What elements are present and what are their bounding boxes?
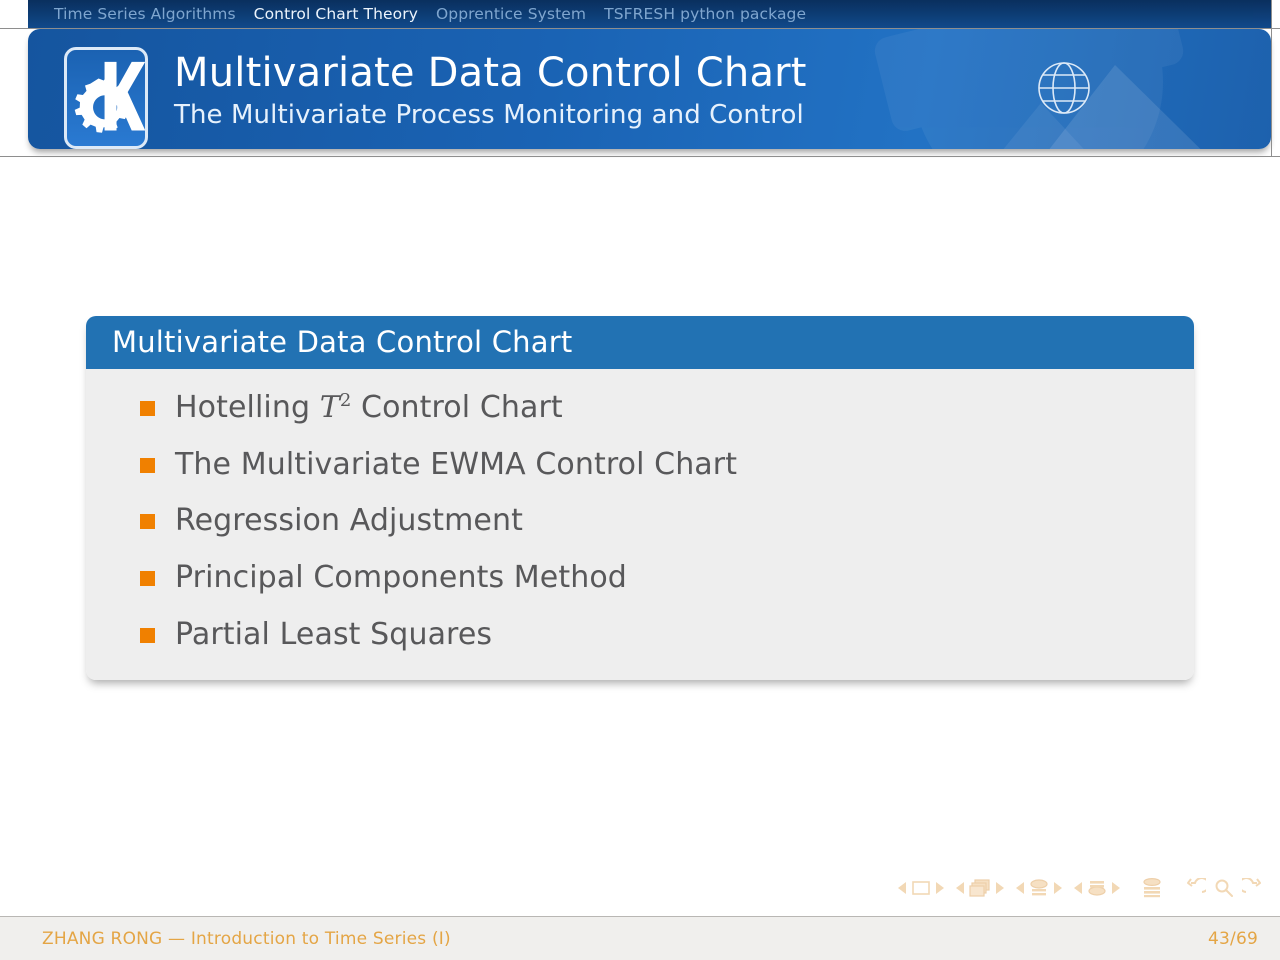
- kde-gear-k-logo-icon: [64, 47, 148, 149]
- slide-icon[interactable]: [911, 880, 931, 896]
- banner-text-group: Multivariate Data Control Chart The Mult…: [174, 51, 807, 131]
- bullet-square-icon: [140, 571, 155, 587]
- prev-slide-arrow[interactable]: [898, 882, 906, 894]
- header-top-rule: [0, 28, 1280, 29]
- next-section-arrow[interactable]: [1112, 882, 1120, 894]
- section-navigation-bar: Time Series Algorithms Control Chart The…: [28, 0, 1271, 28]
- nav-item-opprentice-system[interactable]: Opprentice System: [436, 5, 586, 23]
- subsection-navigation-group: [1016, 879, 1062, 897]
- list-item-label: The Multivariate EWMA Control Chart: [175, 446, 738, 482]
- next-subsection-arrow[interactable]: [1054, 882, 1062, 894]
- footer-author-title: ZHANG RONG — Introduction to Time Series…: [42, 928, 451, 949]
- list-item-prefix: Hotelling: [175, 390, 320, 426]
- page-subtitle: The Multivariate Process Monitoring and …: [174, 99, 804, 130]
- list-item[interactable]: Hotelling T2 Control Chart: [86, 388, 1194, 428]
- bullet-square-icon: [140, 457, 155, 473]
- subsection-icon[interactable]: [1029, 879, 1049, 897]
- forward-icon[interactable]: [1242, 878, 1262, 898]
- title-banner: Multivariate Data Control Chart The Mult…: [28, 29, 1271, 149]
- page-title: Multivariate Data Control Chart: [174, 50, 807, 96]
- list-item-label: Partial Least Squares: [175, 616, 493, 652]
- list-item-superscript: 2: [339, 390, 352, 412]
- search-icon[interactable]: [1214, 878, 1234, 898]
- list-item-label: Principal Components Method: [175, 560, 627, 596]
- back-icon[interactable]: [1186, 878, 1206, 898]
- next-slide-arrow[interactable]: [936, 882, 944, 894]
- list-item[interactable]: Principal Components Method: [86, 558, 1194, 598]
- globe-icon: [1033, 57, 1095, 119]
- prev-section-arrow[interactable]: [1074, 882, 1082, 894]
- nav-item-control-chart-theory[interactable]: Control Chart Theory: [254, 5, 418, 23]
- block-title: Multivariate Data Control Chart: [86, 316, 1194, 370]
- block-body: Hotelling T2 Control Chart The Multivari…: [86, 369, 1194, 681]
- list-item-label: Regression Adjustment: [175, 503, 523, 539]
- list-item-suffix: Control Chart: [351, 390, 563, 426]
- list-item[interactable]: The Multivariate EWMA Control Chart: [86, 445, 1194, 485]
- bullet-square-icon: [140, 514, 155, 530]
- footer-bar: ZHANG RONG — Introduction to Time Series…: [0, 916, 1280, 960]
- bullet-square-icon: [140, 401, 155, 417]
- content-block: Multivariate Data Control Chart Hotellin…: [86, 316, 1194, 681]
- bullet-square-icon: [140, 627, 155, 643]
- beamer-navigation-symbols: [898, 878, 1262, 898]
- prev-frame-arrow[interactable]: [956, 882, 964, 894]
- frames-icon[interactable]: [969, 879, 991, 897]
- header-bottom-rule: [0, 156, 1280, 157]
- list-item[interactable]: Partial Least Squares: [86, 615, 1194, 655]
- list-item-math-symbol: T: [319, 390, 340, 426]
- list-item[interactable]: Regression Adjustment: [86, 501, 1194, 541]
- slide-navigation-group: [898, 880, 944, 896]
- frame-navigation-group: [956, 879, 1004, 897]
- slide: Time Series Algorithms Control Chart The…: [0, 0, 1280, 960]
- page-number: 43/69: [1208, 928, 1258, 949]
- document-icon[interactable]: [1142, 878, 1162, 898]
- prev-subsection-arrow[interactable]: [1016, 882, 1024, 894]
- section-navigation-group: [1074, 879, 1120, 897]
- section-icon[interactable]: [1087, 879, 1107, 897]
- next-frame-arrow[interactable]: [996, 882, 1004, 894]
- history-navigation-group: [1186, 878, 1262, 898]
- nav-item-tsfresh-python-package[interactable]: TSFRESH python package: [604, 5, 806, 23]
- navbar-right-cap: [1253, 0, 1271, 28]
- list-item-label: Hotelling T2 Control Chart: [175, 388, 563, 428]
- nav-item-time-series-algorithms[interactable]: Time Series Algorithms: [54, 5, 236, 23]
- header-right-rule: [1271, 0, 1272, 157]
- bullet-list: Hotelling T2 Control Chart The Multivari…: [86, 388, 1194, 654]
